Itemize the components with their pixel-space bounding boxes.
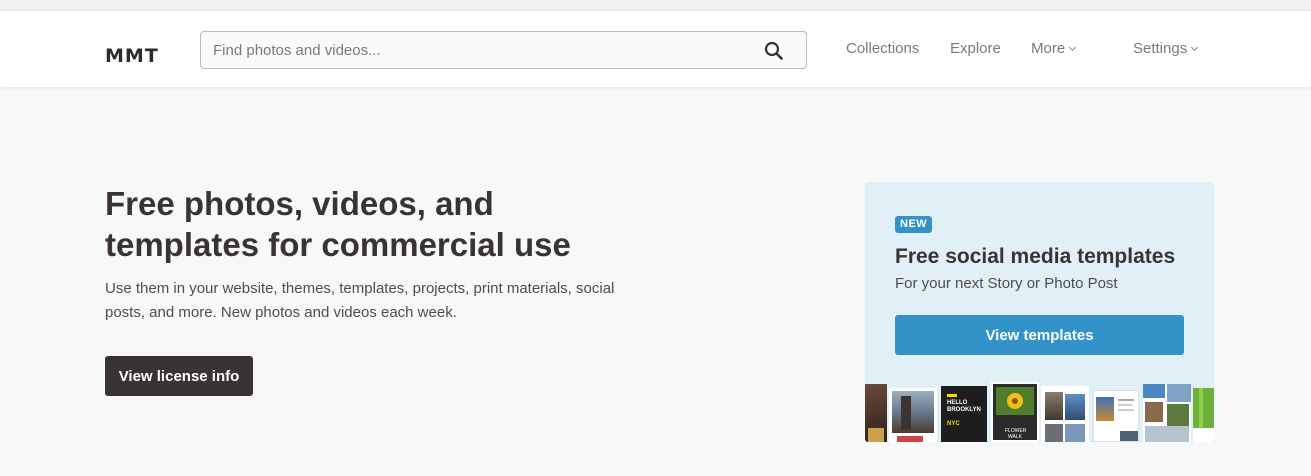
thumb-text-brooklyn: BROOKLYN — [947, 407, 981, 413]
site-logo[interactable]: MMT — [105, 46, 159, 66]
search-input[interactable] — [201, 32, 761, 68]
chevron-down-icon — [1069, 43, 1077, 52]
chevron-down-icon — [1191, 43, 1199, 52]
new-badge: NEW — [895, 216, 933, 233]
template-thumbnail — [1143, 384, 1191, 442]
nav-settings-label: Settings — [1133, 40, 1188, 57]
search-icon — [764, 41, 783, 60]
thumb-text-walk: WALK — [1008, 434, 1022, 440]
templates-promo-card: NEW Free social media templates For your… — [865, 182, 1214, 442]
site-header: MMT Collections Explore More Settings — [0, 11, 1311, 87]
browser-top-strip — [0, 0, 1311, 11]
template-thumbnail — [1093, 390, 1139, 442]
nav-settings[interactable]: Settings — [1133, 40, 1199, 58]
template-thumbnail: HELLO BROOKLYN NYC — [941, 386, 987, 442]
nav-explore[interactable]: Explore — [950, 40, 1001, 58]
template-thumbnail — [889, 388, 937, 442]
promo-title: Free social media templates — [895, 245, 1176, 268]
search-bar — [200, 31, 807, 69]
promo-subtitle: For your next Story or Photo Post — [895, 275, 1118, 292]
template-thumbnail — [865, 384, 887, 442]
nav-more[interactable]: More — [1031, 40, 1077, 58]
template-thumbnail — [1193, 388, 1214, 442]
thumb-text-nyc: NYC — [947, 421, 960, 427]
template-thumbnail: FLOWER WALK — [991, 382, 1039, 442]
hero-title: Free photos, videos, and templates for c… — [105, 185, 571, 263]
view-templates-button[interactable]: View templates — [895, 315, 1184, 355]
view-license-button[interactable]: View license info — [105, 356, 253, 396]
thumb-text-hello: HELLO — [947, 400, 968, 406]
template-thumbnail-strip: HELLO BROOKLYN NYC FLOWER WALK — [865, 382, 1214, 442]
nav-collections[interactable]: Collections — [846, 40, 919, 58]
nav-more-label: More — [1031, 40, 1066, 57]
template-thumbnail — [1041, 386, 1089, 442]
hero-subtitle: Use them in your website, themes, templa… — [105, 280, 615, 321]
search-button[interactable] — [764, 41, 784, 61]
